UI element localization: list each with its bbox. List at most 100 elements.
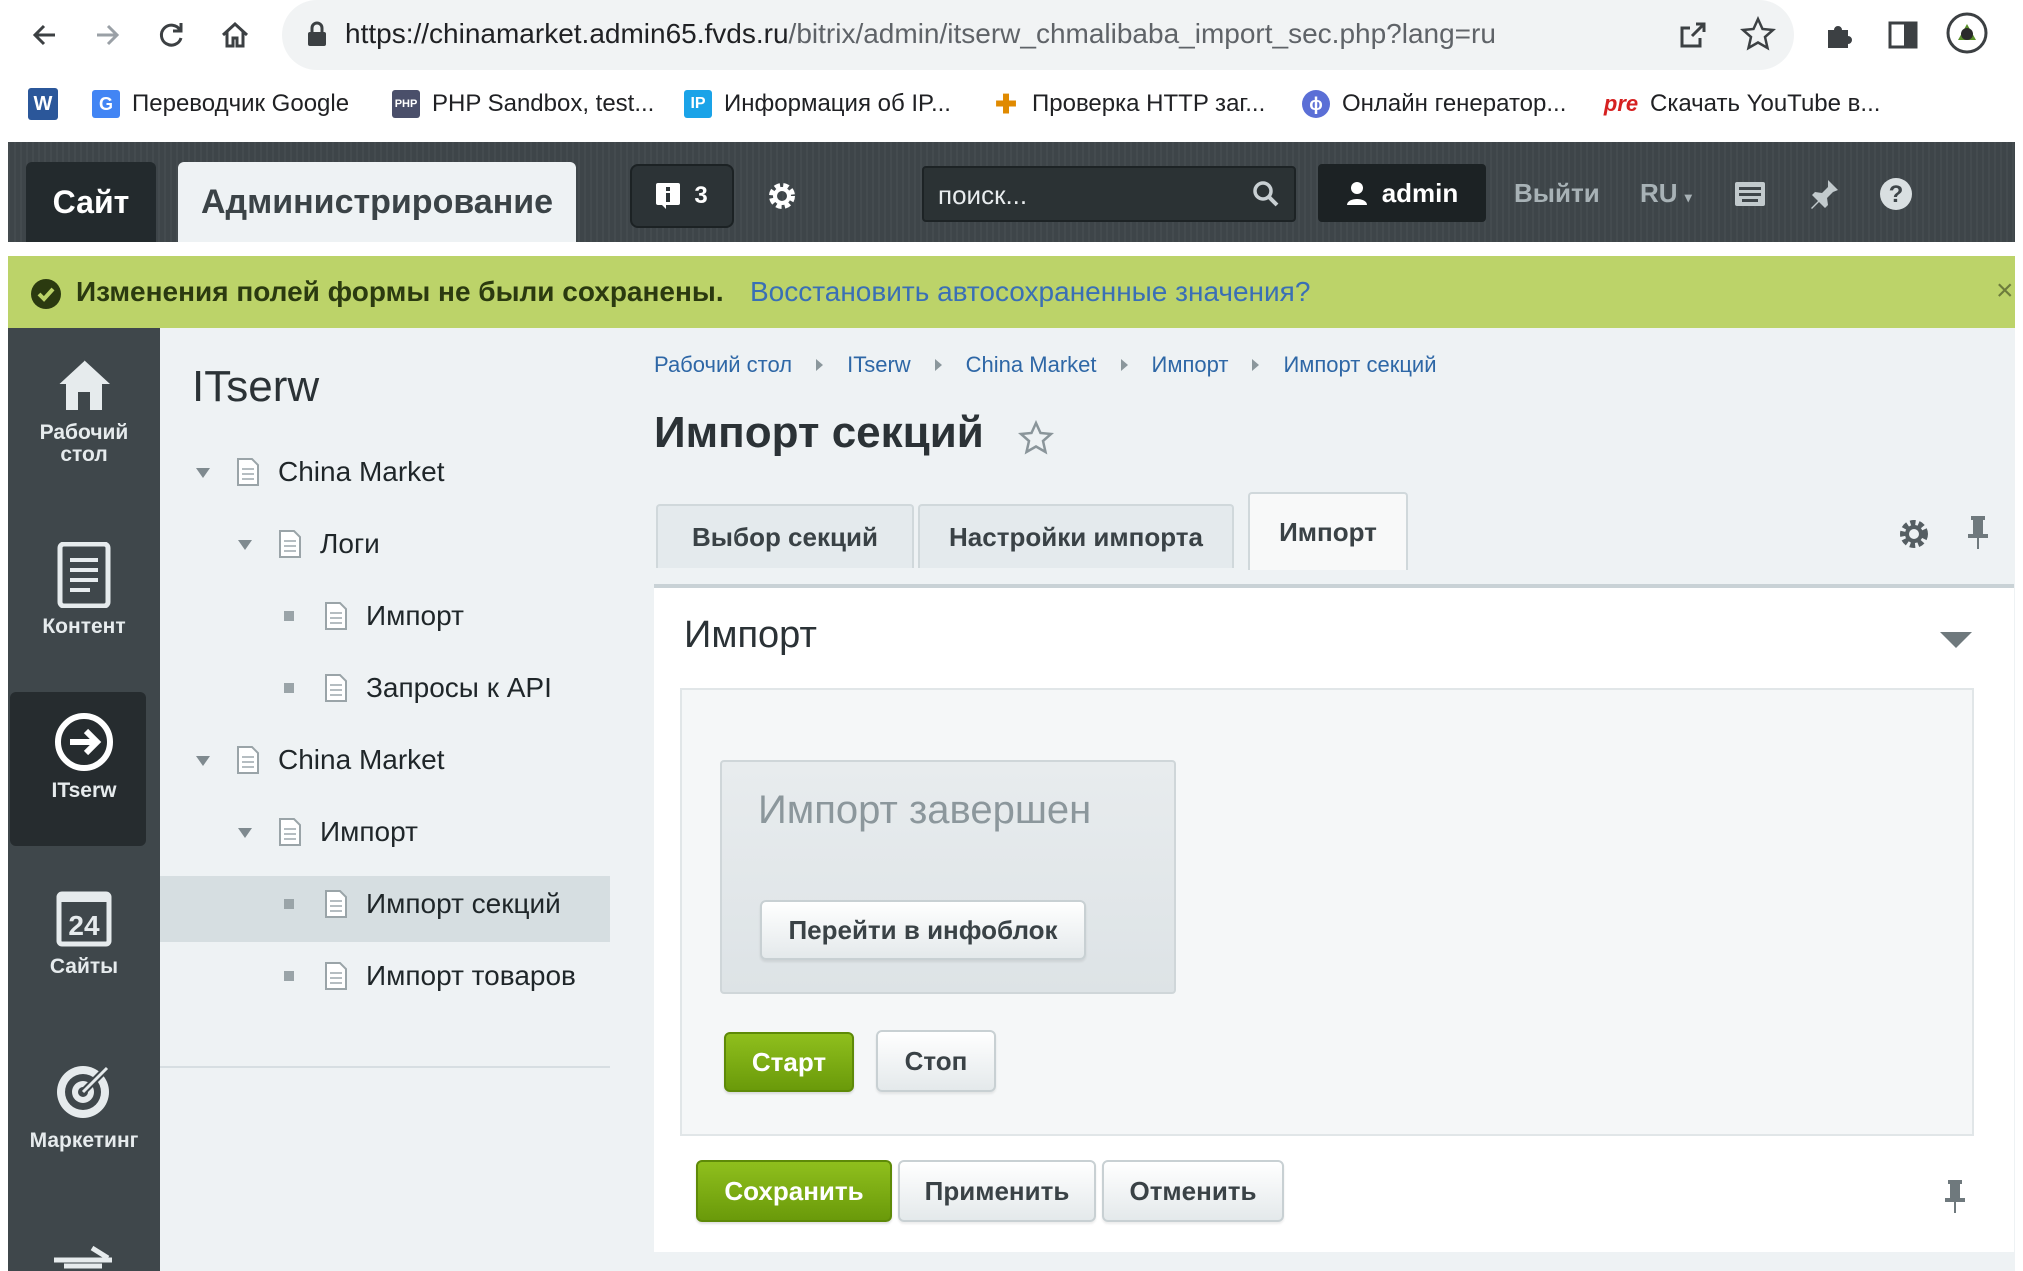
- bookmark-http-check[interactable]: ✚ Проверка HTTP заг...: [992, 86, 1265, 122]
- breadcrumb-item[interactable]: Рабочий стол: [654, 352, 792, 378]
- services-icon[interactable]: [48, 1240, 118, 1271]
- bookmark-youtube-download[interactable]: pre Скачать YouTube в...: [1603, 86, 1881, 122]
- home-button[interactable]: [212, 12, 258, 58]
- rail-label: Сайты: [49, 955, 119, 978]
- tab-import[interactable]: Импорт: [1248, 492, 1408, 570]
- breadcrumb-separator-icon: [934, 359, 942, 371]
- language-select[interactable]: RU ▾: [1640, 178, 1692, 209]
- apply-button[interactable]: Применить: [898, 1160, 1096, 1222]
- chevron-down-icon: [196, 756, 210, 766]
- tree-item-label: Запросы к API: [366, 672, 552, 703]
- page-icon: [279, 818, 301, 846]
- go-to-infoblock-button[interactable]: Перейти в инфоблок: [760, 900, 1086, 960]
- reload-button[interactable]: [148, 12, 194, 58]
- search-input[interactable]: [936, 172, 1240, 218]
- notice-close-icon[interactable]: ×: [1996, 274, 2014, 308]
- extensions-puzzle-icon[interactable]: [1822, 18, 1856, 52]
- save-button[interactable]: Сохранить: [696, 1160, 892, 1222]
- target-icon: [57, 1065, 110, 1118]
- rail-item-marketing[interactable]: Маркетинг: [8, 1060, 160, 1152]
- settings-gear-icon[interactable]: [764, 178, 800, 214]
- bookmark-w[interactable]: W: [28, 86, 58, 122]
- collapse-toggle-icon[interactable]: [1940, 630, 1972, 650]
- arrow-circle-icon: [55, 713, 113, 771]
- form-settings-gear-icon[interactable]: [1896, 516, 1932, 552]
- tree-item-logs[interactable]: Логи: [238, 508, 380, 580]
- page-icon: [237, 746, 259, 774]
- side-panel-icon[interactable]: [1886, 18, 1920, 52]
- breadcrumb-item[interactable]: Импорт: [1152, 352, 1229, 378]
- home-icon: [57, 359, 110, 410]
- notifications-button[interactable]: 3: [630, 164, 734, 228]
- pre-icon: pre: [1603, 91, 1639, 116]
- url-path: /bitrix/admin/itserw_chmalibaba_import_s…: [788, 18, 1496, 49]
- breadcrumb-item[interactable]: Импорт секций: [1283, 352, 1436, 378]
- rail-label: Рабочий: [39, 421, 129, 444]
- rail-item-sites[interactable]: 24 Сайты: [8, 888, 160, 978]
- bullet-icon: [284, 683, 294, 693]
- search-icon[interactable]: [1250, 178, 1282, 210]
- page-icon: [325, 602, 347, 630]
- favorite-star-icon[interactable]: [1018, 420, 1054, 456]
- keyboard-icon[interactable]: [1732, 176, 1768, 212]
- tab-administration[interactable]: Администрирование: [178, 162, 576, 242]
- tree-item-china-market-2[interactable]: China Market: [196, 724, 445, 796]
- tree-item-import-products[interactable]: Импорт товаров: [284, 940, 576, 1012]
- stop-button[interactable]: Стоп: [876, 1030, 996, 1092]
- breadcrumb-item[interactable]: ITserw: [847, 352, 911, 378]
- calendar-icon: 24: [56, 891, 112, 947]
- bookmark-label: Проверка HTTP заг...: [1032, 90, 1266, 117]
- start-button[interactable]: Старт: [724, 1032, 854, 1092]
- tab-import-settings[interactable]: Настройки импорта: [918, 504, 1234, 568]
- bullet-icon: [284, 611, 294, 621]
- breadcrumb-separator-icon: [1252, 359, 1260, 371]
- breadcrumb-item[interactable]: China Market: [966, 352, 1097, 378]
- tree-item-import[interactable]: Импорт: [238, 796, 418, 868]
- rail-item-desktop[interactable]: Рабочий стол: [8, 356, 160, 466]
- tree-item-logs-import[interactable]: Импорт: [284, 580, 464, 652]
- bookmark-php-sandbox[interactable]: PHP PHP Sandbox, test...: [392, 86, 654, 122]
- share-icon[interactable]: [1676, 18, 1710, 52]
- chevron-down-icon: ▾: [1684, 189, 1692, 205]
- bookmark-google-translate[interactable]: G Переводчик Google: [92, 86, 349, 122]
- help-icon[interactable]: ?: [1878, 176, 1914, 212]
- forward-button[interactable]: [84, 12, 130, 58]
- word-icon: W: [28, 88, 58, 120]
- back-button[interactable]: [22, 12, 68, 58]
- restore-autosave-link[interactable]: Восстановить автосохраненные значения?: [750, 276, 1310, 308]
- tree-item-china-market[interactable]: China Market: [196, 436, 445, 508]
- rail-item-content[interactable]: Контент: [8, 542, 160, 638]
- url-text[interactable]: https://chinamarket.admin65.fvds.ru/bitr…: [345, 18, 1496, 50]
- bookmark-label: Переводчик Google: [132, 90, 350, 117]
- notifications-count: 3: [694, 182, 708, 209]
- http-check-icon: ✚: [995, 88, 1017, 119]
- tree-item-api-requests[interactable]: Запросы к API: [284, 652, 552, 724]
- import-status-text: Импорт завершен: [758, 788, 1092, 832]
- tree-item-label: China Market: [278, 456, 445, 487]
- page-icon: [279, 530, 301, 558]
- bookmark-label: Скачать YouTube в...: [1650, 90, 1881, 117]
- tree-item-import-sections[interactable]: Импорт секций: [284, 868, 561, 940]
- profile-avatar-icon[interactable]: [1946, 12, 1988, 54]
- rail-item-itserw[interactable]: ITserw: [8, 712, 160, 802]
- user-menu[interactable]: admin: [1318, 164, 1486, 222]
- rail-label: стол: [60, 443, 108, 466]
- bookmark-label: PHP Sandbox, test...: [432, 90, 655, 117]
- bookmark-ip-info[interactable]: IP Информация об IP...: [684, 86, 951, 122]
- logout-link[interactable]: Выйти: [1514, 178, 1600, 209]
- chevron-down-icon: [238, 540, 252, 550]
- tree-divider: [160, 1066, 610, 1068]
- pin-icon[interactable]: [1806, 176, 1842, 212]
- bookmark-generator[interactable]: ɸ Онлайн генератор...: [1302, 86, 1566, 122]
- user-icon: [1346, 182, 1367, 205]
- content-icon: [57, 542, 111, 608]
- tab-site[interactable]: Сайт: [26, 162, 156, 242]
- pin-tabs-icon[interactable]: [1962, 514, 1994, 550]
- language-value: RU: [1640, 178, 1678, 208]
- tab-section-select[interactable]: Выбор секций: [656, 504, 914, 568]
- cancel-button[interactable]: Отменить: [1102, 1160, 1284, 1222]
- page-icon: [325, 962, 347, 990]
- pin-footer-icon[interactable]: [1940, 1178, 1970, 1214]
- bookmark-label: Онлайн генератор...: [1342, 90, 1567, 117]
- bookmark-star-icon[interactable]: [1740, 16, 1776, 52]
